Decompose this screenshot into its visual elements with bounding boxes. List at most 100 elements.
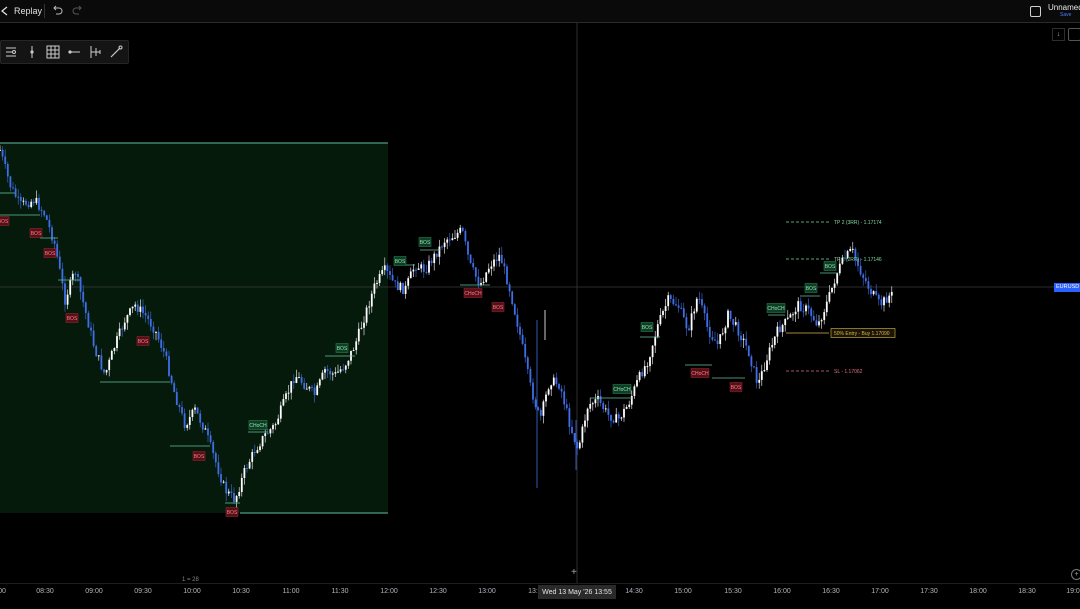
candle-body <box>35 197 38 204</box>
candle-body <box>482 281 485 284</box>
bos-label: BOS <box>225 507 239 517</box>
candle-body <box>183 413 186 428</box>
candle-body <box>305 388 308 390</box>
candle-body <box>311 386 313 388</box>
time-tick-label: 10:30 <box>232 588 250 595</box>
candle-body <box>417 268 420 270</box>
candle-body <box>454 237 456 239</box>
horizontal-ray-icon[interactable] <box>67 45 81 59</box>
candle-body <box>859 265 862 275</box>
candle-body <box>464 230 467 242</box>
candle-body <box>747 345 750 357</box>
candle-body <box>812 316 815 321</box>
candle-body <box>721 333 724 335</box>
candle-body <box>682 308 685 318</box>
candle-body <box>792 314 794 316</box>
candle-body <box>116 336 118 349</box>
candle-body <box>199 413 202 423</box>
chart-settings-icon[interactable] <box>1068 28 1080 41</box>
grid-icon[interactable] <box>46 45 60 59</box>
candle-body <box>766 360 768 370</box>
time-axis[interactable]: 1 = 28 Wed 13 May '26 13:55 00 08:30 09:00… <box>0 577 1080 609</box>
time-tick-label: 09:00 <box>85 588 103 595</box>
trend-lines-icon[interactable] <box>4 45 18 59</box>
candle-body <box>108 359 111 371</box>
candle-body <box>740 335 742 341</box>
candle-body <box>498 254 501 261</box>
candle-body <box>316 385 319 395</box>
candle-body <box>732 318 735 325</box>
crosshair-icon: + <box>571 567 577 578</box>
candle-body <box>831 287 833 293</box>
candle-body <box>825 301 828 313</box>
candle-body <box>706 313 709 327</box>
scroll-down-icon[interactable]: ↓ <box>1052 28 1065 41</box>
vertical-line-icon[interactable] <box>25 45 39 59</box>
toolbar-divider <box>44 4 45 18</box>
candle-body <box>308 386 311 389</box>
price-chart[interactable]: BOS BOS BOS BOS BOS BOS BOS CHoCH BOS BOS BOS CHoCH… <box>0 23 1080 583</box>
redo-icon[interactable] <box>72 4 84 16</box>
candle-body <box>409 271 412 279</box>
candle-body <box>563 391 566 405</box>
candle-body <box>30 201 33 207</box>
candle-body <box>136 304 139 312</box>
svg-text:BOS: BOS <box>227 510 238 516</box>
candle-body <box>633 386 636 396</box>
candle-body <box>207 428 209 436</box>
candle-body <box>537 407 540 410</box>
time-tick-label: 08:30 <box>36 588 54 595</box>
candle-body <box>282 399 285 406</box>
candle-body <box>204 428 207 430</box>
zoom-in-icon[interactable]: + <box>1071 569 1080 580</box>
candle-body <box>495 259 498 261</box>
candle-body <box>763 369 766 372</box>
svg-text:BOS: BOS <box>138 339 149 345</box>
candle-body <box>337 371 339 373</box>
time-tick-label: 18:30 <box>1018 588 1036 595</box>
candle-body <box>794 311 797 315</box>
layout-checkbox[interactable] <box>1030 6 1041 17</box>
layout-name[interactable]: Unnamed <box>1048 3 1080 12</box>
replay-button[interactable]: Replay <box>0 3 42 19</box>
candle-body <box>253 452 256 454</box>
candle-body <box>279 405 282 419</box>
candle-body <box>386 265 389 272</box>
candle-body <box>448 239 451 241</box>
candle-body <box>456 232 459 238</box>
candle-body <box>646 366 649 368</box>
candle-body <box>32 201 35 204</box>
candle-body <box>753 366 755 368</box>
candle-body <box>79 277 82 292</box>
candle-body <box>703 305 706 314</box>
bos-label: BOS <box>491 302 505 312</box>
fork-icon[interactable] <box>88 45 102 59</box>
candle-body <box>77 273 79 278</box>
candle-body <box>139 306 142 312</box>
candle-body <box>737 322 740 336</box>
candle-body <box>729 310 732 319</box>
candle-body <box>617 414 620 419</box>
candle-body <box>862 274 865 278</box>
candle-body <box>212 442 215 454</box>
candle-body <box>227 491 230 494</box>
candle-body <box>781 325 784 333</box>
candle-body <box>755 367 758 383</box>
candle-body <box>693 311 696 314</box>
bos-label: BOS <box>29 228 43 238</box>
candle-body <box>92 330 95 347</box>
save-label[interactable]: Save <box>1060 12 1071 18</box>
candle-body <box>750 356 753 367</box>
candle-body <box>149 318 152 327</box>
undo-icon[interactable] <box>51 4 63 16</box>
time-tick-label: 15:30 <box>724 588 742 595</box>
candle-body <box>84 302 87 313</box>
candle-body <box>565 404 568 409</box>
candle-body <box>625 406 628 409</box>
candle-body <box>243 468 246 478</box>
candle-body <box>251 452 254 462</box>
brush-icon[interactable] <box>109 45 123 59</box>
candle-body <box>529 369 532 383</box>
candle-body <box>186 425 189 428</box>
candle-body <box>295 377 298 383</box>
